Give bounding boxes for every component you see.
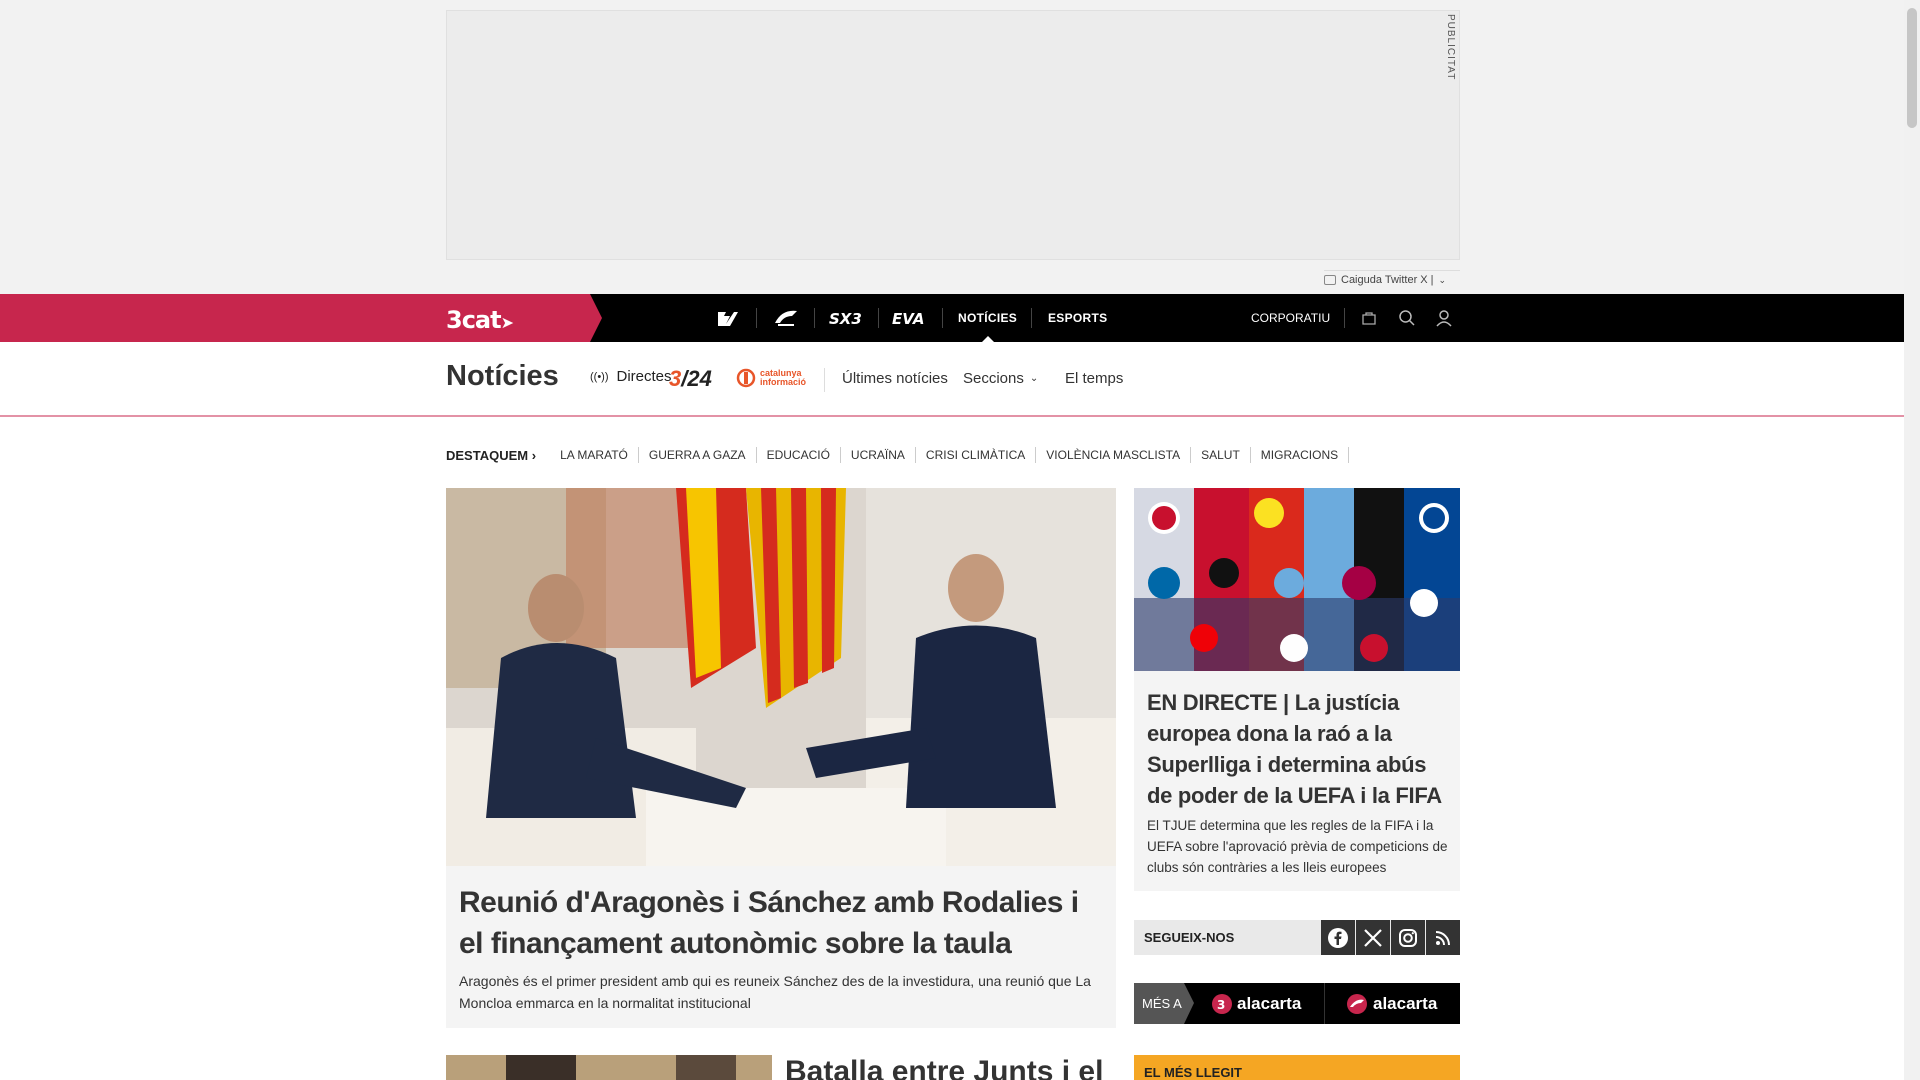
svg-text:SX3: SX3 xyxy=(829,310,862,327)
catradio-alacarta-link[interactable]: alacarta xyxy=(1346,983,1437,1024)
search-icon[interactable] xyxy=(1395,306,1419,330)
shopping-bag-icon[interactable] xyxy=(1357,306,1381,330)
ad-banner[interactable] xyxy=(446,10,1460,260)
mes-a-separator xyxy=(1324,983,1325,1024)
nav-separator xyxy=(756,308,757,328)
alacarta-label: alacarta xyxy=(1373,993,1438,1013)
catradio-logo-icon xyxy=(775,310,797,326)
catinfo-logo-icon xyxy=(736,368,756,388)
destaquem-item[interactable]: LA MARATÓ xyxy=(550,447,639,463)
right-article-lead: El TJUE determina que les regles de la F… xyxy=(1147,818,1448,875)
rss-icon[interactable] xyxy=(1426,920,1460,955)
seccions-label: Seccions xyxy=(963,370,1024,387)
tv3-logo-icon: 3 xyxy=(1212,993,1232,1014)
mes-llegit-header: EL MÉS LLEGIT xyxy=(1134,1055,1460,1080)
user-icon[interactable] xyxy=(1432,306,1456,330)
destaquem-item[interactable]: VIOLÈNCIA MASCLISTA xyxy=(1036,447,1192,463)
alacarta-label: alacarta xyxy=(1237,993,1302,1013)
nav-noticies[interactable]: NOTÍCIES xyxy=(958,294,1017,342)
catradio-logo-icon xyxy=(1347,993,1367,1014)
mes-a-label: MÉS A xyxy=(1142,996,1182,1011)
live-broadcast-icon: ((•)) xyxy=(590,370,609,383)
right-article-card[interactable]: EN DIRECTE | La justícia europea dona la… xyxy=(1134,671,1460,891)
nav-separator xyxy=(1031,308,1032,328)
destaquem-bar: DESTAQUEM › LA MARATÓ GUERRA A GAZA EDUC… xyxy=(446,446,1350,464)
facebook-icon[interactable] xyxy=(1321,920,1355,955)
scrollbar-thumb[interactable] xyxy=(1907,8,1917,128)
destaquem-item[interactable]: GUERRA A GAZA xyxy=(639,447,757,463)
ad-ticker-text: Caiguda Twitter X | xyxy=(1341,274,1434,286)
page-scrollbar[interactable] xyxy=(1904,0,1920,1080)
subnav-el-temps[interactable]: El temps xyxy=(1065,370,1123,387)
main-article-lead: Aragonès és el primer president amb qui … xyxy=(459,973,1091,1011)
nav-esports[interactable]: ESPORTS xyxy=(1048,294,1107,342)
directes-label: Directes xyxy=(616,368,672,385)
channel-sx3[interactable]: SX3 xyxy=(826,294,866,342)
nav-corporatiu[interactable]: CORPORATIU xyxy=(1251,294,1330,342)
destaquem-item[interactable]: CRISI CLIMÀTICA xyxy=(916,447,1037,463)
nav-separator xyxy=(814,308,815,328)
chevron-down-icon: ⌄ xyxy=(1438,274,1447,285)
ad-ticker[interactable]: Caiguda Twitter X | ⌄ xyxy=(1324,274,1446,286)
page-title[interactable]: Notícies xyxy=(446,360,559,393)
main-article-image[interactable] xyxy=(446,488,1116,866)
nav-separator xyxy=(878,308,879,328)
instagram-icon[interactable] xyxy=(1391,920,1425,955)
subnav-separator xyxy=(824,368,825,392)
mes-a-bar: MÉS A 3 alacarta alacarta xyxy=(1134,983,1460,1024)
channel-catradio[interactable] xyxy=(770,294,802,342)
right-article-image[interactable] xyxy=(1134,488,1460,671)
subnav-ultimes-noticies[interactable]: Últimes notícies xyxy=(842,370,948,387)
subnav-seccions[interactable]: Seccions ⌄ xyxy=(963,370,1038,387)
sx3-logo-icon: SX3 xyxy=(829,310,862,327)
logo-3cat[interactable]: 3cat➤ xyxy=(446,306,514,334)
nav-separator xyxy=(942,308,943,328)
nav-separator xyxy=(1344,308,1345,328)
ad-divider xyxy=(1324,270,1460,271)
top-navigation: 3cat➤ SX3 EVA NOTÍCIES ESPORTS CORPORATI… xyxy=(0,294,1904,342)
channel-tv3[interactable] xyxy=(712,294,744,342)
social-label: SEGUEIX-NOS xyxy=(1144,930,1235,945)
right-article-title[interactable]: EN DIRECTE | La justícia europea dona la… xyxy=(1147,687,1452,811)
destaquem-item[interactable]: MIGRACIONS xyxy=(1251,447,1350,463)
destaquem-item[interactable]: EDUCACIÓ xyxy=(757,447,841,463)
ad-label: PUBLICITAT xyxy=(1445,14,1456,81)
destaquem-item[interactable]: SALUT xyxy=(1191,447,1251,463)
logo-324[interactable]: 3/24 xyxy=(669,366,712,392)
brand-name: 3cat xyxy=(446,306,502,334)
main-article-title[interactable]: Reunió d'Aragonès i Sánchez amb Rodalies… xyxy=(459,882,1099,964)
logo-catalunya-informacio[interactable]: catalunya informació xyxy=(736,368,830,388)
catinfo-label: catalunya informació xyxy=(760,368,807,387)
svg-text:EVA: EVA xyxy=(892,310,924,327)
destaquem-item[interactable]: UCRAÏNA xyxy=(841,447,916,463)
second-article-title[interactable]: Batalla entre Junts i el xyxy=(785,1055,1103,1080)
social-follow-bar: SEGUEIX-NOS xyxy=(1134,920,1460,955)
tv3-alacarta-link[interactable]: 3 alacarta xyxy=(1212,983,1301,1024)
eva-logo-icon: EVA xyxy=(892,310,924,327)
destaquem-label[interactable]: DESTAQUEM › xyxy=(446,448,536,463)
directes-link[interactable]: ((•)) Directes xyxy=(590,368,672,385)
main-article-card[interactable]: Reunió d'Aragonès i Sánchez amb Rodalies… xyxy=(446,866,1116,1028)
mes-llegit-label: EL MÉS LLEGIT xyxy=(1144,1065,1242,1080)
tag-icon xyxy=(1324,275,1336,285)
second-article-image[interactable] xyxy=(446,1055,772,1080)
svg-text:3: 3 xyxy=(1217,998,1225,1012)
x-twitter-icon[interactable] xyxy=(1356,920,1390,955)
chevron-down-icon: ⌄ xyxy=(1029,373,1039,384)
header-divider xyxy=(0,415,1904,417)
channel-eva[interactable]: EVA xyxy=(890,294,930,342)
tv3-logo-icon xyxy=(718,312,738,326)
